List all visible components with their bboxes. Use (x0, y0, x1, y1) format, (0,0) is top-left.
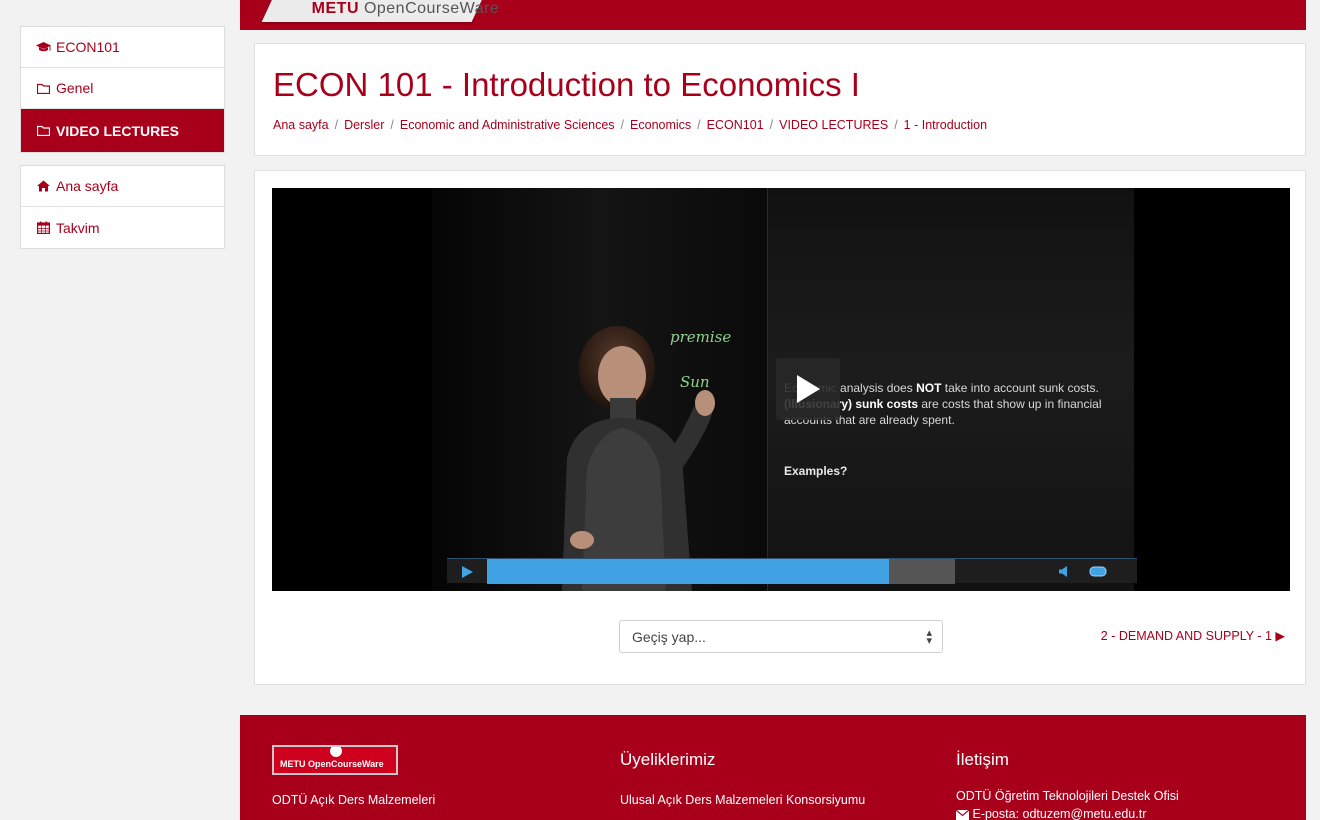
sidebar-item-label: Ana sayfa (56, 178, 119, 194)
page-header: ECON 101 - Introduction to Economics I A… (254, 43, 1306, 156)
footer-logo[interactable]: METU OpenCourseWare (272, 745, 398, 775)
jump-to-select[interactable]: Geçiş yap... ▴ ▾ (619, 620, 943, 653)
slide-text-not: NOT (916, 381, 942, 395)
next-lecture-link[interactable]: 2 - DEMAND AND SUPPLY - 1 ▶ (1101, 628, 1285, 643)
footer-col3-heading: İletişim (956, 750, 1009, 769)
presenter-figure (562, 326, 715, 591)
site-logo[interactable]: METU OpenCourseWare (261, 0, 499, 22)
sidebar-item-econ101[interactable]: ECON101 (21, 27, 224, 68)
main-content: premise Sun Economic analysis does NOT t… (254, 170, 1306, 685)
breadcrumb-separator: / (894, 118, 898, 132)
footer: METU OpenCourseWare ODTÜ Açık Ders Malze… (240, 715, 1306, 820)
fullscreen-button[interactable] (1085, 559, 1111, 584)
envelope-icon (956, 809, 969, 820)
volume-button[interactable] (1053, 559, 1073, 584)
breadcrumb-separator: / (620, 118, 625, 132)
calendar-icon (35, 221, 51, 234)
logo-emblem-icon (330, 747, 342, 757)
logo-text-strong: METU (311, 0, 359, 17)
video-controls (447, 558, 1137, 584)
handwriting-premise: premise (670, 328, 732, 346)
progress-fill (487, 559, 889, 584)
page-title: ECON 101 - Introduction to Economics I (273, 66, 860, 103)
breadcrumb-link[interactable]: ECON101 (707, 118, 764, 132)
speaker-icon (1058, 566, 1067, 577)
folder-icon (35, 83, 51, 94)
slide-examples: Examples? (784, 464, 848, 478)
graduation-cap-icon (35, 41, 51, 53)
sidebar-item-calendar[interactable]: Takvim (21, 207, 224, 248)
big-play-button[interactable] (776, 358, 840, 420)
footer-col3-email[interactable]: E-posta: odtuzem@metu.edu.tr (956, 807, 1146, 820)
footer-col2-text[interactable]: Ulusal Açık Ders Malzemeleri Konsorsiyum… (620, 793, 865, 807)
sidebar-item-home[interactable]: Ana sayfa (21, 166, 224, 207)
play-icon (461, 565, 473, 578)
progress-track[interactable] (487, 559, 955, 584)
sidebar-item-label: Takvim (56, 219, 100, 236)
sidebar-nav-group: Ana sayfa Takvim (20, 165, 225, 249)
breadcrumb-link[interactable]: Ana sayfa (273, 118, 329, 132)
sidebar-item-video-lectures[interactable]: VIDEO LECTURES (21, 109, 224, 152)
sidebar-course-group: ECON101 Genel VIDEO LECTURES (20, 26, 225, 153)
home-icon (35, 180, 51, 192)
breadcrumb-separator: / (390, 118, 394, 132)
footer-logo-text: METU OpenCourseWare (280, 759, 384, 769)
select-caret-icon: ▴ ▾ (926, 627, 932, 647)
footer-col3-text: ODTÜ Öğretim Teknolojileri Destek Ofisi (956, 789, 1179, 803)
logo-text: OpenCourseWare (358, 0, 500, 17)
breadcrumb-link[interactable]: VIDEO LECTURES (779, 118, 888, 132)
breadcrumb-link[interactable]: Economics (630, 118, 691, 132)
footer-col2-heading: Üyeliklerimiz (620, 750, 716, 769)
play-icon (797, 375, 820, 403)
sidebar-item-label: VIDEO LECTURES (56, 122, 179, 139)
footer-col1-text[interactable]: ODTÜ Açık Ders Malzemeleri (272, 793, 435, 807)
slide-text-mid: take into account sunk costs. (941, 381, 1099, 395)
breadcrumb-link[interactable]: Dersler (344, 118, 384, 132)
breadcrumb-separator: / (334, 118, 339, 132)
sidebar-item-label: Genel (56, 80, 94, 96)
breadcrumb-separator: / (769, 118, 774, 132)
breadcrumb-link[interactable]: 1 - Introduction (904, 118, 987, 132)
breadcrumb: Ana sayfa / Dersler / Economic and Administr… (273, 118, 987, 132)
jump-to-placeholder: Geçiş yap... (632, 628, 706, 645)
sidebar-item-label: ECON101 (56, 39, 120, 55)
folder-icon (35, 125, 51, 136)
top-bar: METU OpenCourseWare (240, 0, 1306, 30)
control-play-button[interactable] (447, 559, 487, 584)
sidebar: ECON101 Genel VIDEO LECTURES Ana sayfa T… (20, 26, 225, 261)
handwriting-sunk: Sun (680, 373, 710, 391)
breadcrumb-link[interactable]: Economic and Administrative Sciences (400, 118, 615, 132)
fullscreen-icon (1089, 566, 1107, 577)
breadcrumb-separator: / (697, 118, 701, 132)
footer-email-text: E-posta: odtuzem@metu.edu.tr (972, 807, 1147, 820)
video-player[interactable]: premise Sun Economic analysis does NOT t… (272, 188, 1290, 591)
sidebar-item-genel[interactable]: Genel (21, 68, 224, 109)
